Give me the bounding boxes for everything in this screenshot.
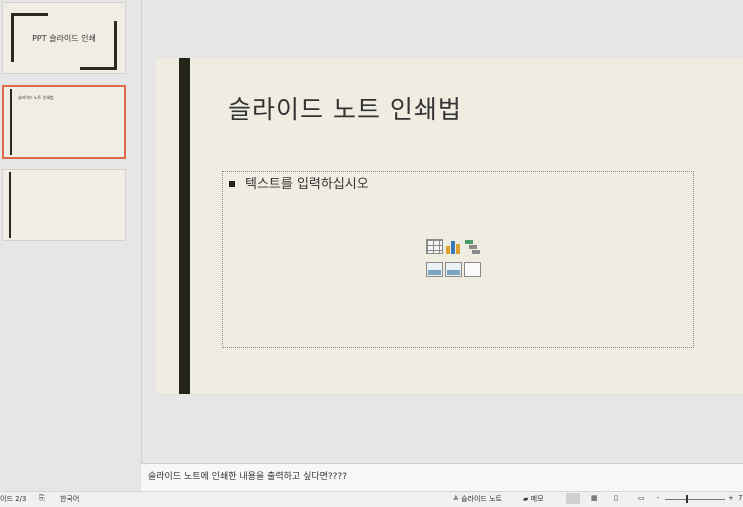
reading-view-button[interactable]: ▯ xyxy=(614,494,618,502)
slide-indicator: 이드 2/3 xyxy=(0,495,27,503)
status-bar: 이드 2/3 ⎘ 한국어 ≙ 슬라이드 노트 ▰ 메모 ▦ ▯ ▭ - + 7 xyxy=(0,491,743,507)
picture-icon[interactable] xyxy=(426,262,443,277)
smartart-icon[interactable] xyxy=(464,239,481,254)
zoom-level[interactable]: 7 xyxy=(738,494,742,502)
comments-label: 메모 xyxy=(530,495,544,503)
corner-frame-decoration xyxy=(80,21,117,70)
thumbnail-title: 슬라이드 노트 인쇄법 xyxy=(18,95,54,100)
table-icon[interactable] xyxy=(426,239,443,254)
zoom-slider[interactable] xyxy=(665,499,725,500)
normal-view-button[interactable] xyxy=(566,493,580,504)
slide-thumbnail-3[interactable] xyxy=(2,169,126,241)
bullet-text[interactable]: 텍스트를 입력하십시오 xyxy=(229,173,369,192)
slide-canvas[interactable]: 슬라이드 노트 인쇄법 텍스트를 입력하십시오 xyxy=(155,58,743,394)
insert-content-icons xyxy=(426,239,490,285)
placeholder-text: 텍스트를 입력하십시오 xyxy=(245,177,369,192)
spellcheck-icon[interactable]: ⎘ xyxy=(39,494,45,503)
comments-button[interactable]: ▰ 메모 xyxy=(523,494,544,504)
notes-pane[interactable]: 슬라이드 노트에 인쇄한 내용을 출력하고 싶다면???? xyxy=(141,463,743,492)
video-icon[interactable] xyxy=(464,262,481,277)
notes-text[interactable]: 슬라이드 노트에 인쇄한 내용을 출력하고 싶다면???? xyxy=(148,469,347,482)
notes-toggle-button[interactable]: ≙ 슬라이드 노트 xyxy=(453,494,502,504)
comment-icon: ▰ xyxy=(523,495,529,503)
thumbnail-title: PPT 슬라이드 인쇄 xyxy=(32,34,96,43)
accent-bar xyxy=(179,58,190,394)
accent-bar xyxy=(9,172,11,238)
chart-icon[interactable] xyxy=(445,239,462,254)
accent-bar xyxy=(10,89,12,155)
zoom-in-button[interactable]: + xyxy=(728,494,734,502)
zoom-out-button[interactable]: - xyxy=(657,494,660,502)
slide-title[interactable]: 슬라이드 노트 인쇄법 xyxy=(228,90,462,126)
bullet-icon xyxy=(229,180,235,187)
slide-thumbnail-1[interactable]: PPT 슬라이드 인쇄 xyxy=(2,2,126,74)
online-picture-icon[interactable] xyxy=(445,262,462,277)
zoom-slider-thumb[interactable] xyxy=(686,495,688,503)
thumbnail-panel[interactable]: PPT 슬라이드 인쇄 슬라이드 노트 인쇄법 xyxy=(0,0,142,491)
language-indicator[interactable]: 한국어 xyxy=(60,494,79,504)
slideshow-button[interactable]: ▭ xyxy=(638,494,645,502)
content-placeholder[interactable]: 텍스트를 입력하십시오 xyxy=(222,171,694,348)
slide-sorter-button[interactable]: ▦ xyxy=(591,494,598,502)
slide-thumbnail-2[interactable]: 슬라이드 노트 인쇄법 xyxy=(2,85,126,159)
